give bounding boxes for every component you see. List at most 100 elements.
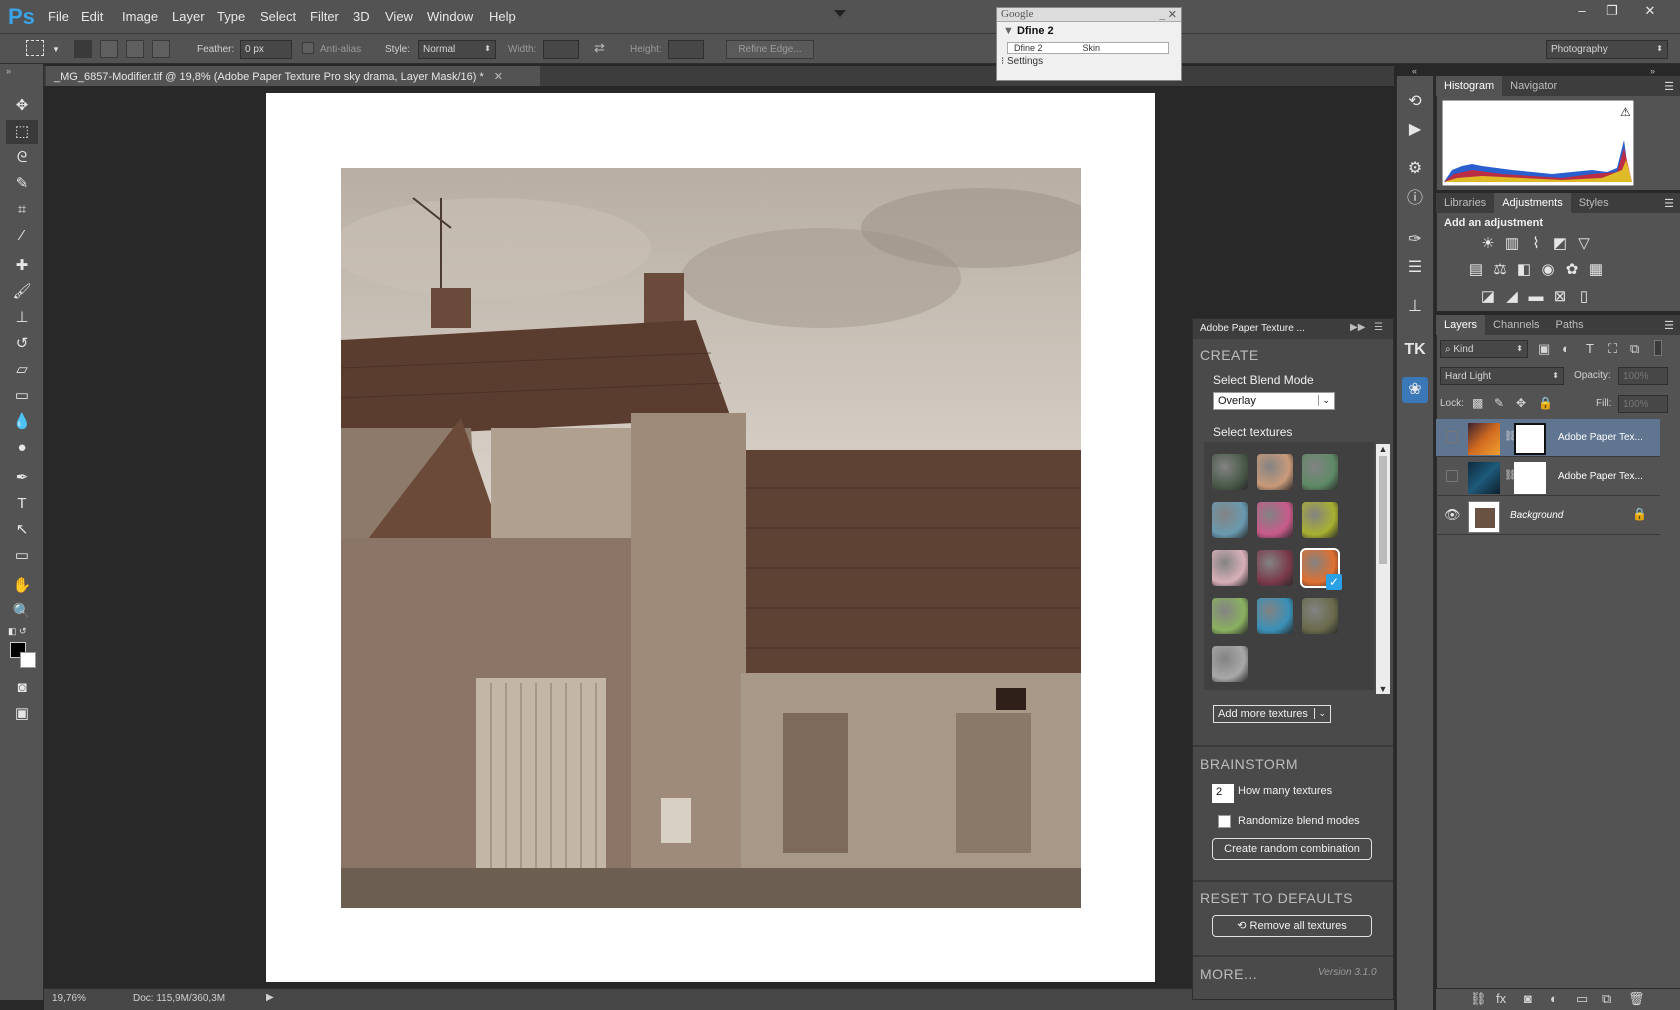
menu-type[interactable]: Type [217, 9, 245, 24]
google-plugin-row[interactable]: ▼ Dfine 2 [997, 22, 1181, 40]
maximize-icon[interactable]: ❐ [1596, 2, 1628, 20]
workspace-select[interactable]: Photography ⬍ [1546, 40, 1668, 59]
black-white-icon[interactable]: ◧ [1514, 260, 1534, 280]
texture-scrollbar[interactable]: ▲ ▼ [1376, 444, 1390, 694]
menu-image[interactable]: Image [122, 9, 158, 24]
height-input[interactable] [668, 40, 704, 59]
layer-row[interactable]: ⛓ Adobe Paper Tex... [1436, 419, 1660, 457]
google-plugin-window[interactable]: Google _ ✕ ▼ Dfine 2 Dfine 2 Skin ⁝ Settin… [996, 7, 1182, 81]
tab-libraries[interactable]: Libraries [1436, 193, 1494, 213]
texture-count-input[interactable]: 2 [1212, 784, 1234, 803]
layer-row[interactable]: 👁 Background 🔒 [1436, 497, 1660, 535]
background-color-swatch[interactable] [20, 652, 36, 668]
visibility-toggle[interactable] [1446, 431, 1458, 443]
scroll-up-icon[interactable]: ▲ [1376, 444, 1390, 454]
zoom-level[interactable]: 19,76% [52, 993, 86, 1004]
tab-adjustments[interactable]: Adjustments [1494, 193, 1571, 213]
lock-all-icon[interactable]: 🔒 [1538, 396, 1553, 410]
invert-icon[interactable]: ◪ [1478, 287, 1498, 307]
brush-presets-icon[interactable]: ✑ [1402, 227, 1428, 253]
google-preset-row[interactable]: Dfine 2 Skin [1007, 42, 1169, 54]
layer-row[interactable]: ⛓ Adobe Paper Tex... [1436, 458, 1660, 496]
adjust-sliders-icon[interactable]: ☰ [1402, 255, 1428, 281]
hue-saturation-icon[interactable]: ▤ [1466, 260, 1486, 280]
close-tab-icon[interactable]: ✕ [494, 71, 503, 83]
path-selection-icon[interactable]: ↖ [6, 518, 38, 542]
swap-icon[interactable]: ⇄ [594, 40, 605, 56]
close-icon[interactable]: ✕ [1634, 2, 1666, 20]
texture-swatch[interactable] [1212, 502, 1248, 538]
menu-3d[interactable]: 3D [353, 9, 370, 24]
add-selection-icon[interactable] [100, 40, 118, 58]
type-tool-icon[interactable]: T [6, 492, 38, 516]
eraser-tool-icon[interactable]: ▱ [6, 358, 38, 382]
width-input[interactable] [543, 40, 579, 59]
dodge-tool-icon[interactable]: ● [6, 436, 38, 460]
scrollbar-thumb[interactable] [1379, 456, 1387, 564]
filter-type-icon[interactable]: T [1586, 341, 1594, 356]
create-random-button[interactable]: Create random combination [1212, 838, 1372, 860]
tk-panel-icon[interactable]: TK [1402, 337, 1428, 363]
new-layer-icon[interactable]: ⧉ [1602, 991, 1611, 1007]
default-colors-icon[interactable]: ◧ ↺ [8, 626, 27, 637]
fx-icon[interactable]: fx [1496, 991, 1506, 1006]
layer-mask-thumbnail[interactable] [1514, 423, 1546, 455]
filter-pixel-icon[interactable]: ▣ [1538, 341, 1550, 357]
blend-mode-select[interactable]: Hard Light ⬍ [1440, 367, 1564, 385]
menu-edit[interactable]: Edit [81, 9, 103, 24]
texture-swatch[interactable] [1257, 550, 1293, 586]
collapse-panels-icon[interactable]: « [1412, 66, 1417, 76]
style-select[interactable]: Normal ⬍ [418, 40, 496, 59]
texture-swatch[interactable] [1257, 502, 1293, 538]
remove-textures-button[interactable]: ⟲ Remove all textures [1212, 915, 1372, 937]
properties-icon[interactable]: ⚙ [1402, 156, 1428, 182]
color-balance-icon[interactable]: ⚖ [1490, 260, 1510, 280]
trash-icon[interactable]: 🗑 [1628, 991, 1645, 1007]
marquee-tool-preset-icon[interactable] [26, 40, 44, 56]
texture-swatch[interactable] [1257, 598, 1293, 634]
clone-source-icon[interactable]: ⊥ [1402, 294, 1428, 320]
tab-navigator[interactable]: Navigator [1502, 76, 1565, 96]
menu-select[interactable]: Select [260, 9, 296, 24]
filter-smart-icon[interactable]: ⧉ [1630, 341, 1639, 357]
layer-kind-filter[interactable]: ⌕ Kind ⬍ [1440, 340, 1528, 358]
add-more-textures-select[interactable]: Add more textures ⌄ [1213, 705, 1331, 723]
gradient-tool-icon[interactable]: ▭ [6, 384, 38, 408]
add-mask-icon[interactable]: ◙ [1524, 991, 1532, 1006]
layer-mask-thumbnail[interactable] [1514, 462, 1546, 494]
hand-tool-icon[interactable]: ✋ [6, 574, 38, 598]
curves-icon[interactable]: ⌇ [1526, 234, 1546, 254]
google-settings[interactable]: ⁝ Settings [997, 56, 1181, 67]
close-icon[interactable]: _ ✕ [1160, 8, 1177, 21]
info-icon[interactable]: ⓘ [1402, 186, 1428, 212]
expand-panels-icon[interactable]: » [1650, 66, 1655, 76]
panel-menu-icon[interactable]: ☰ [1374, 322, 1383, 333]
filter-shape-icon[interactable]: ⛶ [1608, 341, 1617, 357]
panel-menu-icon[interactable]: ☰ [1658, 315, 1680, 336]
new-adjustment-icon[interactable]: ◐ [1550, 991, 1558, 1006]
status-menu-arrow-icon[interactable]: ▶ [266, 992, 274, 1003]
texture-swatch[interactable] [1302, 598, 1338, 634]
brush-tool-icon[interactable]: 🖌 [6, 280, 38, 304]
actions-play-icon[interactable]: ▶ [1402, 117, 1428, 143]
panel-menu-icon[interactable]: ☰ [1658, 76, 1680, 97]
apt-blend-select[interactable]: Overlay ⌄ [1213, 392, 1335, 410]
visibility-toggle[interactable] [1446, 470, 1458, 482]
lock-position-icon[interactable]: ✥ [1516, 396, 1526, 410]
posterize-icon[interactable]: ◢ [1502, 287, 1522, 307]
expand-toolbar-icon[interactable]: » [6, 66, 11, 76]
texture-swatch[interactable] [1212, 550, 1248, 586]
texture-swatch[interactable] [1212, 598, 1248, 634]
antialias-checkbox[interactable] [302, 42, 314, 54]
lasso-tool-icon[interactable]: ᘓ [6, 146, 38, 170]
tab-histogram[interactable]: Histogram [1436, 76, 1503, 96]
chevron-down-icon[interactable]: ▼ [52, 45, 60, 54]
texture-swatch[interactable] [1212, 646, 1248, 682]
scroll-down-icon[interactable]: ▼ [1376, 684, 1390, 694]
channel-mixer-icon[interactable]: ✿ [1562, 260, 1582, 280]
minimize-icon[interactable]: – [1566, 2, 1598, 20]
exposure-icon[interactable]: ◩ [1550, 234, 1570, 254]
panel-menu-icon[interactable]: ☰ [1658, 193, 1680, 214]
new-selection-icon[interactable] [74, 40, 92, 58]
threshold-icon[interactable]: ▬ [1526, 287, 1546, 307]
